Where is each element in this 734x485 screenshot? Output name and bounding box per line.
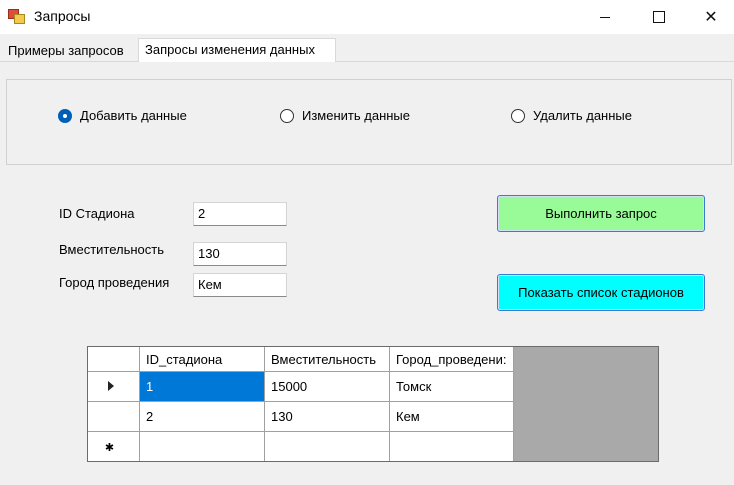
minimize-icon: [600, 16, 610, 18]
current-row-arrow-icon: [107, 381, 114, 391]
app-icon: [8, 9, 25, 24]
grid-cell[interactable]: [139, 431, 265, 461]
grid-header-row: ID_стадиона Вместительность Город_провед…: [88, 347, 514, 372]
maximize-icon: [653, 11, 665, 23]
column-header-stadium-id[interactable]: ID_стадиона: [139, 347, 265, 372]
new-row-asterisk-icon: ✱: [104, 442, 115, 454]
radio-edit-data[interactable]: Изменить данные: [280, 108, 410, 123]
new-row[interactable]: ✱: [88, 431, 514, 461]
stadium-id-input[interactable]: 2: [193, 202, 287, 226]
radio-edit-data-label: Изменить данные: [302, 108, 410, 123]
data-grid[interactable]: ID_стадиона Вместительность Город_провед…: [87, 346, 659, 462]
grid-table: ID_стадиона Вместительность Город_провед…: [88, 347, 514, 461]
radio-checked-icon: [58, 108, 72, 123]
grid-cell[interactable]: 2: [139, 401, 265, 432]
grid-cell[interactable]: 130: [264, 401, 390, 432]
grid-cell[interactable]: Кем: [389, 401, 514, 432]
row-header[interactable]: ✱: [88, 431, 140, 461]
stadium-id-label: ID Стадиона: [59, 206, 135, 221]
capacity-label: Вместительность: [59, 242, 165, 257]
radio-unchecked-icon: [511, 108, 525, 123]
show-stadiums-button[interactable]: Показать список стадионов: [497, 274, 705, 311]
grid-cell[interactable]: [264, 431, 390, 461]
row-header[interactable]: [88, 401, 140, 432]
table-row[interactable]: 1 15000 Томск: [88, 371, 514, 402]
city-input[interactable]: Кем: [193, 273, 287, 297]
tab-data-modification[interactable]: Запросы изменения данных: [138, 38, 336, 62]
radio-unchecked-icon: [280, 108, 294, 123]
city-label: Город проведения: [59, 275, 170, 290]
column-header-capacity[interactable]: Вместительность: [264, 347, 390, 372]
close-button[interactable]: ✕: [688, 0, 734, 34]
grid-cell[interactable]: [389, 431, 514, 461]
table-row[interactable]: 2 130 Кем: [88, 401, 514, 432]
radio-delete-data-label: Удалить данные: [533, 108, 632, 123]
grid-cell[interactable]: Томск: [389, 371, 514, 402]
tab-query-examples[interactable]: Примеры запросов: [2, 40, 138, 62]
minimize-button[interactable]: [582, 0, 628, 34]
grid-cell[interactable]: 15000: [264, 371, 390, 402]
row-header-corner[interactable]: [88, 347, 140, 372]
window-title: Запросы: [34, 8, 91, 24]
radio-delete-data[interactable]: Удалить данные: [511, 108, 632, 123]
execute-query-button[interactable]: Выполнить запрос: [497, 195, 705, 232]
column-header-city[interactable]: Город_проведени:: [389, 347, 514, 372]
radio-add-data[interactable]: Добавить данные: [58, 108, 187, 123]
radio-add-data-label: Добавить данные: [80, 108, 187, 123]
capacity-input[interactable]: 130: [193, 242, 287, 266]
row-header[interactable]: [88, 371, 140, 402]
close-icon: ✕: [704, 9, 718, 26]
maximize-button[interactable]: [636, 0, 682, 34]
grid-cell[interactable]: 1: [139, 371, 265, 402]
title-bar: Запросы ✕: [0, 0, 734, 34]
